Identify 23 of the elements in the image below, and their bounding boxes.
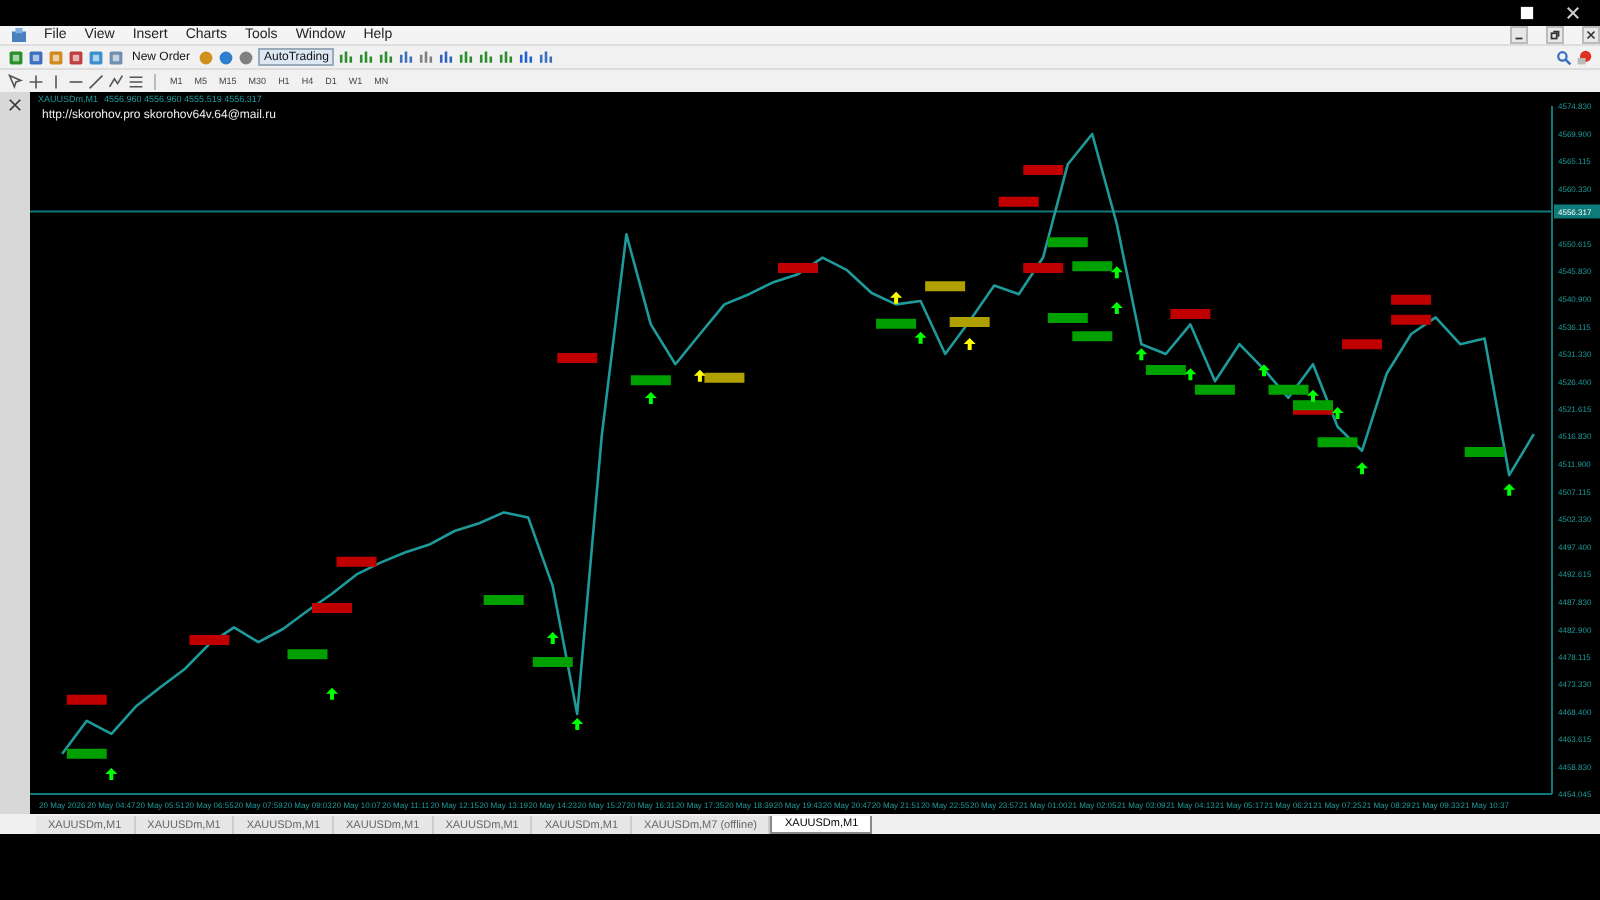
toolbar-icon[interactable] xyxy=(358,49,375,65)
toolbar-icon[interactable] xyxy=(498,49,515,65)
restore-icon[interactable] xyxy=(1546,26,1564,44)
drawing-tool-icon[interactable] xyxy=(8,73,24,89)
notification-icon[interactable] xyxy=(1576,49,1592,65)
panel-close-icon[interactable] xyxy=(8,98,22,112)
drawing-tool-icon[interactable] xyxy=(28,73,44,89)
toolbar-icon[interactable] xyxy=(338,49,355,65)
toolbar-icon[interactable] xyxy=(538,49,555,65)
toolbar-icon[interactable] xyxy=(398,49,415,65)
close-icon[interactable] xyxy=(1566,6,1580,20)
toolbar-icon[interactable] xyxy=(458,49,475,65)
toolbar-icon[interactable] xyxy=(518,49,535,65)
app-icon xyxy=(12,28,26,42)
drawing-tool-icon[interactable] xyxy=(128,73,144,89)
maximize-icon[interactable] xyxy=(1520,6,1534,20)
toolbar-icon[interactable] xyxy=(438,49,455,65)
toolbar-icon[interactable] xyxy=(478,49,495,65)
minimize-icon[interactable] xyxy=(1510,26,1528,44)
toolbar-icon[interactable] xyxy=(378,49,395,65)
close-icon[interactable] xyxy=(1582,26,1600,44)
search-icon[interactable] xyxy=(1556,49,1572,65)
toolbar-icon[interactable] xyxy=(418,49,435,65)
